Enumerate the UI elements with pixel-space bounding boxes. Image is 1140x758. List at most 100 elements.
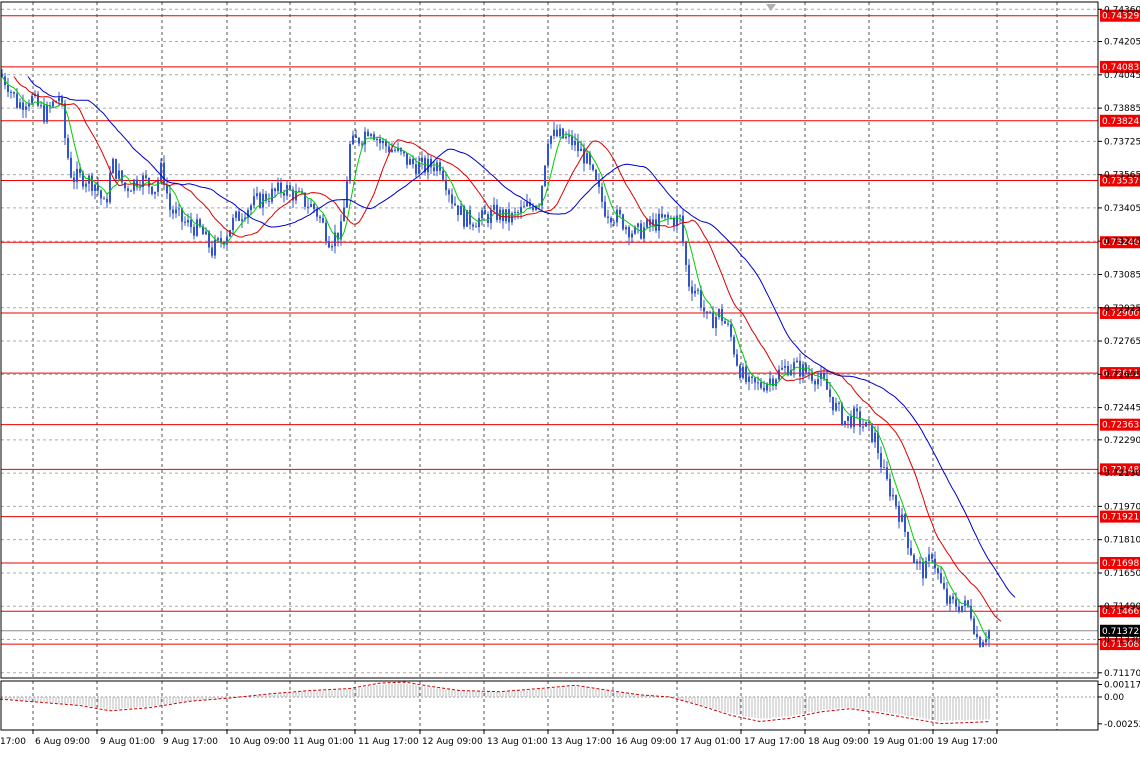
price-bar [730, 324, 732, 337]
price-bar [67, 137, 69, 158]
price-bar [118, 170, 120, 179]
price-bar [838, 402, 840, 404]
price-bar [910, 548, 912, 555]
price-bar [586, 153, 588, 164]
price-bar [442, 170, 444, 180]
price-bar [70, 157, 72, 178]
price-bar [475, 226, 477, 228]
price-bar [40, 105, 42, 107]
price-bar [715, 316, 717, 329]
price-bar [916, 561, 918, 564]
chart-window[interactable]: 0.74329 0.74083 0.73824 0.73537 0.73240 0.729… [0, 0, 1140, 754]
price-bar [406, 153, 408, 165]
price-bar [523, 206, 525, 208]
time-tick-label: 17 Aug 01:00 [680, 737, 741, 747]
price-bar [157, 180, 159, 192]
price-bar [667, 214, 669, 218]
price-bar [43, 105, 45, 122]
price-bar [625, 227, 627, 230]
price-bar [472, 224, 474, 227]
price-bar [664, 214, 666, 218]
price-tick-label: 0.71490 [1104, 602, 1140, 612]
price-bar [205, 231, 207, 235]
time-tick-label: 19 Aug 17:00 [937, 737, 998, 747]
price-bar [499, 209, 501, 221]
time-tick-label: 13 Aug 17:00 [551, 737, 612, 747]
price-bar [733, 336, 735, 355]
price-bar [928, 554, 930, 561]
price-bar [679, 215, 681, 217]
price-bar [673, 218, 675, 227]
price-bar [433, 167, 435, 172]
price-bar [214, 239, 216, 256]
price-bar [193, 227, 195, 236]
price-bar [526, 202, 528, 207]
price-bar [196, 219, 198, 236]
price-bar [727, 323, 729, 325]
price-bar [601, 186, 603, 202]
price-bar [352, 135, 354, 145]
price-bar [274, 188, 276, 192]
price-bar [514, 212, 516, 214]
price-bar [604, 201, 606, 217]
price-bar [751, 376, 753, 378]
price-bar [10, 92, 12, 94]
price-bar [661, 213, 663, 218]
price-bar [757, 382, 759, 384]
price-series [1, 69, 990, 648]
osc-tick-label: 0.00 [1104, 693, 1124, 703]
price-bar [457, 205, 459, 216]
price-bar [52, 101, 54, 107]
price-bar [460, 206, 462, 216]
price-bar [361, 143, 363, 145]
price-bar [376, 139, 378, 141]
price-bar [280, 182, 282, 194]
price-bar [115, 158, 117, 179]
osc-tick-label: 0.00117 [1104, 681, 1140, 691]
price-bar [736, 354, 738, 366]
time-tick-label: 11 Aug 01:00 [293, 737, 354, 747]
price-tick-label: 0.74205 [1104, 38, 1140, 48]
chart-canvas[interactable]: 0.743290.740830.738240.735370.732400.729… [0, 0, 1140, 754]
price-bar [22, 102, 24, 110]
price-bar [610, 217, 612, 223]
price-bar [694, 290, 696, 294]
price-bar [553, 129, 555, 136]
price-bar [868, 421, 870, 424]
price-bar [901, 514, 903, 522]
price-tick-label: 0.73085 [1104, 270, 1140, 280]
price-bar [748, 376, 750, 383]
price-bar [19, 102, 21, 108]
price-bar [808, 372, 810, 375]
price-bar [133, 179, 135, 191]
price-bar [721, 309, 723, 322]
price-bar [271, 188, 273, 202]
price-bar [943, 582, 945, 589]
price-bar [745, 366, 747, 383]
price-bar [277, 182, 279, 192]
price-bar [784, 366, 786, 368]
price-bar [268, 200, 270, 202]
price-bar [592, 164, 594, 170]
price-bar [595, 169, 597, 180]
price-bar [643, 227, 645, 239]
price-bar [637, 223, 639, 227]
time-tick-label: 16 Aug 09:00 [616, 737, 677, 747]
price-bar [739, 365, 741, 378]
price-bar [166, 184, 168, 194]
price-bar [646, 219, 648, 228]
price-bar [418, 161, 420, 174]
price-bar [724, 321, 726, 324]
price-bar [112, 158, 114, 174]
price-bar [919, 561, 921, 563]
time-tick-label: 12 Aug 09:00 [422, 737, 483, 747]
price-bar [169, 193, 171, 210]
time-tick-label: 9 Aug 01:00 [100, 737, 155, 747]
chart-shift-marker-icon[interactable] [766, 4, 776, 11]
price-bar [76, 168, 78, 183]
price-bar [682, 215, 684, 243]
price-bar [154, 191, 156, 194]
price-bar [697, 289, 699, 291]
price-bar [484, 210, 486, 215]
level-tag-label: 0.72363 [1102, 421, 1139, 431]
